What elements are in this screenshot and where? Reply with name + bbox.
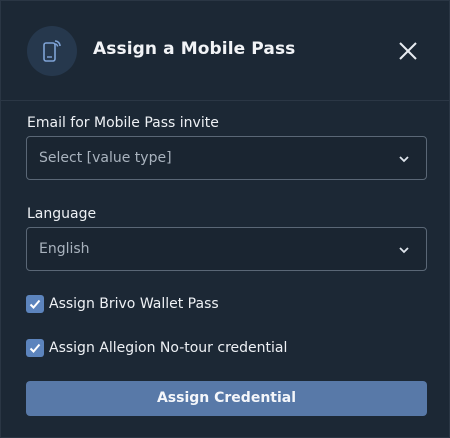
allegion-no-tour-checkbox[interactable] [26,339,44,357]
brivo-wallet-pass-label: Assign Brivo Wallet Pass [49,296,219,312]
language-select[interactable]: English [26,227,427,271]
checkmark-icon [29,343,41,353]
brivo-wallet-pass-checkbox[interactable] [26,295,44,313]
chevron-down-icon [399,156,409,163]
chevron-down-icon [399,247,409,254]
email-select[interactable]: Select [value type] [26,136,427,180]
mobile-pass-icon [27,26,77,76]
close-button[interactable] [393,36,423,66]
dialog-title: Assign a Mobile Pass [93,39,296,59]
allegion-no-tour-label: Assign Allegion No-tour credential [49,340,288,356]
email-field-label: Email for Mobile Pass invite [27,115,219,131]
checkmark-icon [29,299,41,309]
close-icon [399,42,417,60]
dialog-header: Assign a Mobile Pass [1,1,450,101]
language-select-value: English [39,241,90,257]
email-select-value: Select [value type] [39,150,172,166]
assign-mobile-pass-dialog: Assign a Mobile Pass Email for Mobile Pa… [0,0,450,438]
language-field-label: Language [27,206,97,222]
assign-credential-button[interactable]: Assign Credential [26,381,427,416]
